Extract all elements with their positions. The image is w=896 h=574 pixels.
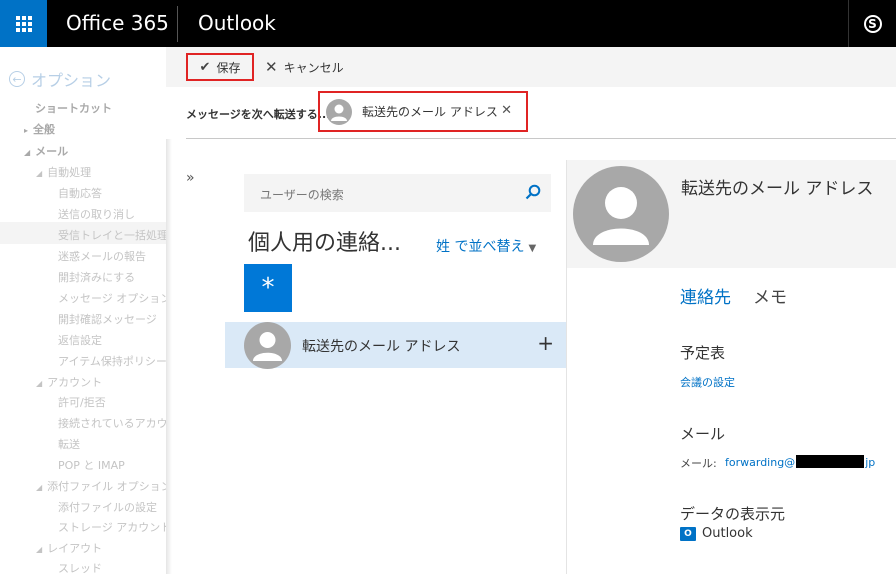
- forward-to-label: メッセージを次へ転送する...: [186, 108, 331, 121]
- contact-display-name: 転送先のメール アドレス: [681, 179, 874, 199]
- source-value: Outlook: [702, 526, 753, 541]
- brand-title[interactable]: Office 365: [66, 11, 169, 35]
- redaction-bar: [796, 455, 865, 468]
- mail-field-label: メール:: [680, 457, 717, 470]
- calendar-section-title: 予定表: [680, 344, 726, 362]
- checkmark-icon: ✔: [199, 59, 211, 75]
- sidebar-item-attachment-options[interactable]: ◢ 添付ファイル オプション: [36, 478, 166, 494]
- save-label: 保存: [216, 60, 241, 75]
- search-input[interactable]: ユーザーの検索: [260, 186, 344, 203]
- pane-divider: [566, 160, 567, 574]
- person-icon: [331, 104, 347, 121]
- skype-icon: S: [863, 14, 882, 33]
- header-divider: [177, 6, 178, 42]
- source-section-title: データの表示元: [680, 505, 786, 523]
- sidebar-item-reply-settings[interactable]: 返信設定: [58, 332, 102, 348]
- collapse-triangle-icon: ◢: [36, 483, 43, 492]
- sidebar-item-forwarding[interactable]: 転送: [58, 436, 80, 452]
- sidebar-item-retention-policies[interactable]: アイテム保持ポリシー: [58, 353, 166, 369]
- source-row: O Outlook: [680, 526, 753, 541]
- sidebar-item-read-receipts[interactable]: 開封確認メッセージ: [58, 311, 157, 327]
- expand-triangle-icon: ▸: [24, 126, 29, 135]
- recipient-name: 転送先のメール アドレス: [362, 105, 498, 119]
- cancel-button[interactable]: ✕ キャンセル: [265, 53, 344, 81]
- double-chevron-right-icon: »: [186, 170, 195, 186]
- recipient-chip[interactable]: 転送先のメール アドレス ✕: [318, 91, 528, 132]
- avatar: [244, 322, 291, 369]
- sidebar-item-accounts[interactable]: ◢ アカウント: [36, 374, 102, 390]
- sidebar-item-auto-reply[interactable]: 自動応答: [58, 185, 102, 201]
- sidebar-item-layout[interactable]: ◢ レイアウト: [36, 540, 102, 556]
- schedule-meeting-link[interactable]: 会議の設定: [680, 374, 735, 390]
- expand-pane-button[interactable]: »: [186, 170, 195, 186]
- caret-down-icon: ▼: [528, 243, 537, 254]
- person-icon: [253, 332, 282, 361]
- cancel-label: キャンセル: [283, 60, 344, 75]
- list-item[interactable]: 転送先のメール アドレス +: [225, 322, 566, 369]
- email-link[interactable]: forwarding@ jp: [725, 455, 875, 469]
- waffle-icon: [15, 15, 32, 32]
- sidebar-item-label: 全般: [33, 123, 56, 136]
- sidebar-item-mark-as-read[interactable]: 開封済みにする: [58, 269, 135, 285]
- sidebar-item-general[interactable]: ▸ 全般: [24, 121, 55, 137]
- sidebar-item-label: 自動処理: [47, 166, 92, 179]
- person-icon: [593, 187, 649, 245]
- back-arrow-icon: ←: [9, 71, 25, 87]
- forward-underline: [186, 138, 896, 139]
- search-icon[interactable]: [525, 184, 541, 200]
- favorites-tile[interactable]: *: [244, 264, 292, 312]
- sidebar-item-block-or-allow[interactable]: 許可/拒否: [58, 394, 106, 410]
- top-bar: Office 365 Outlook S: [0, 0, 896, 47]
- outlook-icon: O: [680, 526, 696, 541]
- avatar: [326, 98, 352, 125]
- sidebar-item-auto-processing[interactable]: ◢ 自動処理: [36, 164, 91, 180]
- sidebar-item-label: アカウント: [47, 376, 103, 389]
- collapse-triangle-icon: ◢: [24, 148, 31, 157]
- sidebar-item-connected-accounts[interactable]: 接続されているアカウント: [58, 415, 166, 431]
- list-title: 個人用の連絡...: [248, 231, 401, 256]
- options-back-button[interactable]: ← オプション: [9, 67, 111, 91]
- mail-section-title: メール: [680, 425, 726, 443]
- app-title[interactable]: Outlook: [198, 11, 276, 35]
- avatar: [573, 166, 669, 262]
- email-prefix: forwarding@: [725, 456, 796, 469]
- collapse-triangle-icon: ◢: [36, 379, 43, 388]
- sidebar-item-conversations[interactable]: スレッド: [58, 560, 102, 574]
- email-suffix: jp: [865, 456, 876, 469]
- sidebar-item-label: 添付ファイル オプション: [47, 480, 166, 493]
- save-button[interactable]: ✔ 保存: [186, 53, 254, 81]
- sidebar-item-junk-report[interactable]: 迷惑メールの報告: [58, 248, 146, 264]
- sidebar-item-label: レイアウト: [47, 542, 103, 555]
- options-sidebar: ← オプション ショートカット ▸ 全般 ◢ メール ◢ 自動処理 自動応答 送信の取…: [0, 47, 166, 574]
- options-back-label: オプション: [31, 71, 112, 90]
- forward-to-row: メッセージを次へ転送する... 転送先のメール アドレス ✕: [166, 87, 896, 139]
- sidebar-item-inbox-rules[interactable]: 受信トレイと一括処理ルール: [58, 227, 166, 243]
- sidebar-item-attachment-settings[interactable]: 添付ファイルの設定: [58, 499, 157, 515]
- people-search-box[interactable]: ユーザーの検索: [244, 174, 551, 212]
- collapse-triangle-icon: ◢: [36, 545, 43, 554]
- tab-contact[interactable]: 連絡先: [680, 283, 731, 308]
- sort-label: 姓 で並べ替え: [436, 239, 525, 255]
- add-contact-icon[interactable]: +: [537, 331, 554, 355]
- sidebar-item-undo-send[interactable]: 送信の取り消し: [58, 206, 135, 222]
- app-launcher-button[interactable]: [0, 0, 47, 47]
- sidebar-item-shortcuts[interactable]: ショートカット: [35, 100, 112, 116]
- remove-recipient-icon[interactable]: ✕: [501, 103, 512, 118]
- tab-notes[interactable]: メモ: [753, 283, 787, 308]
- skype-button[interactable]: S: [848, 0, 896, 47]
- sidebar-item-label: メール: [35, 145, 69, 158]
- sidebar-item-storage-accounts[interactable]: ストレージ アカウント: [58, 519, 166, 535]
- sidebar-item-message-options[interactable]: メッセージ オプション: [58, 290, 166, 306]
- close-icon: ✕: [265, 58, 278, 76]
- sort-dropdown[interactable]: 姓 で並べ替え ▼: [436, 236, 536, 256]
- collapse-triangle-icon: ◢: [36, 169, 43, 178]
- sidebar-item-mail[interactable]: ◢ メール: [24, 143, 68, 159]
- sidebar-item-pop-imap[interactable]: POP と IMAP: [58, 457, 125, 473]
- contact-name: 転送先のメール アドレス: [302, 339, 461, 355]
- command-toolbar: ✔ 保存 ✕ キャンセル: [166, 47, 896, 87]
